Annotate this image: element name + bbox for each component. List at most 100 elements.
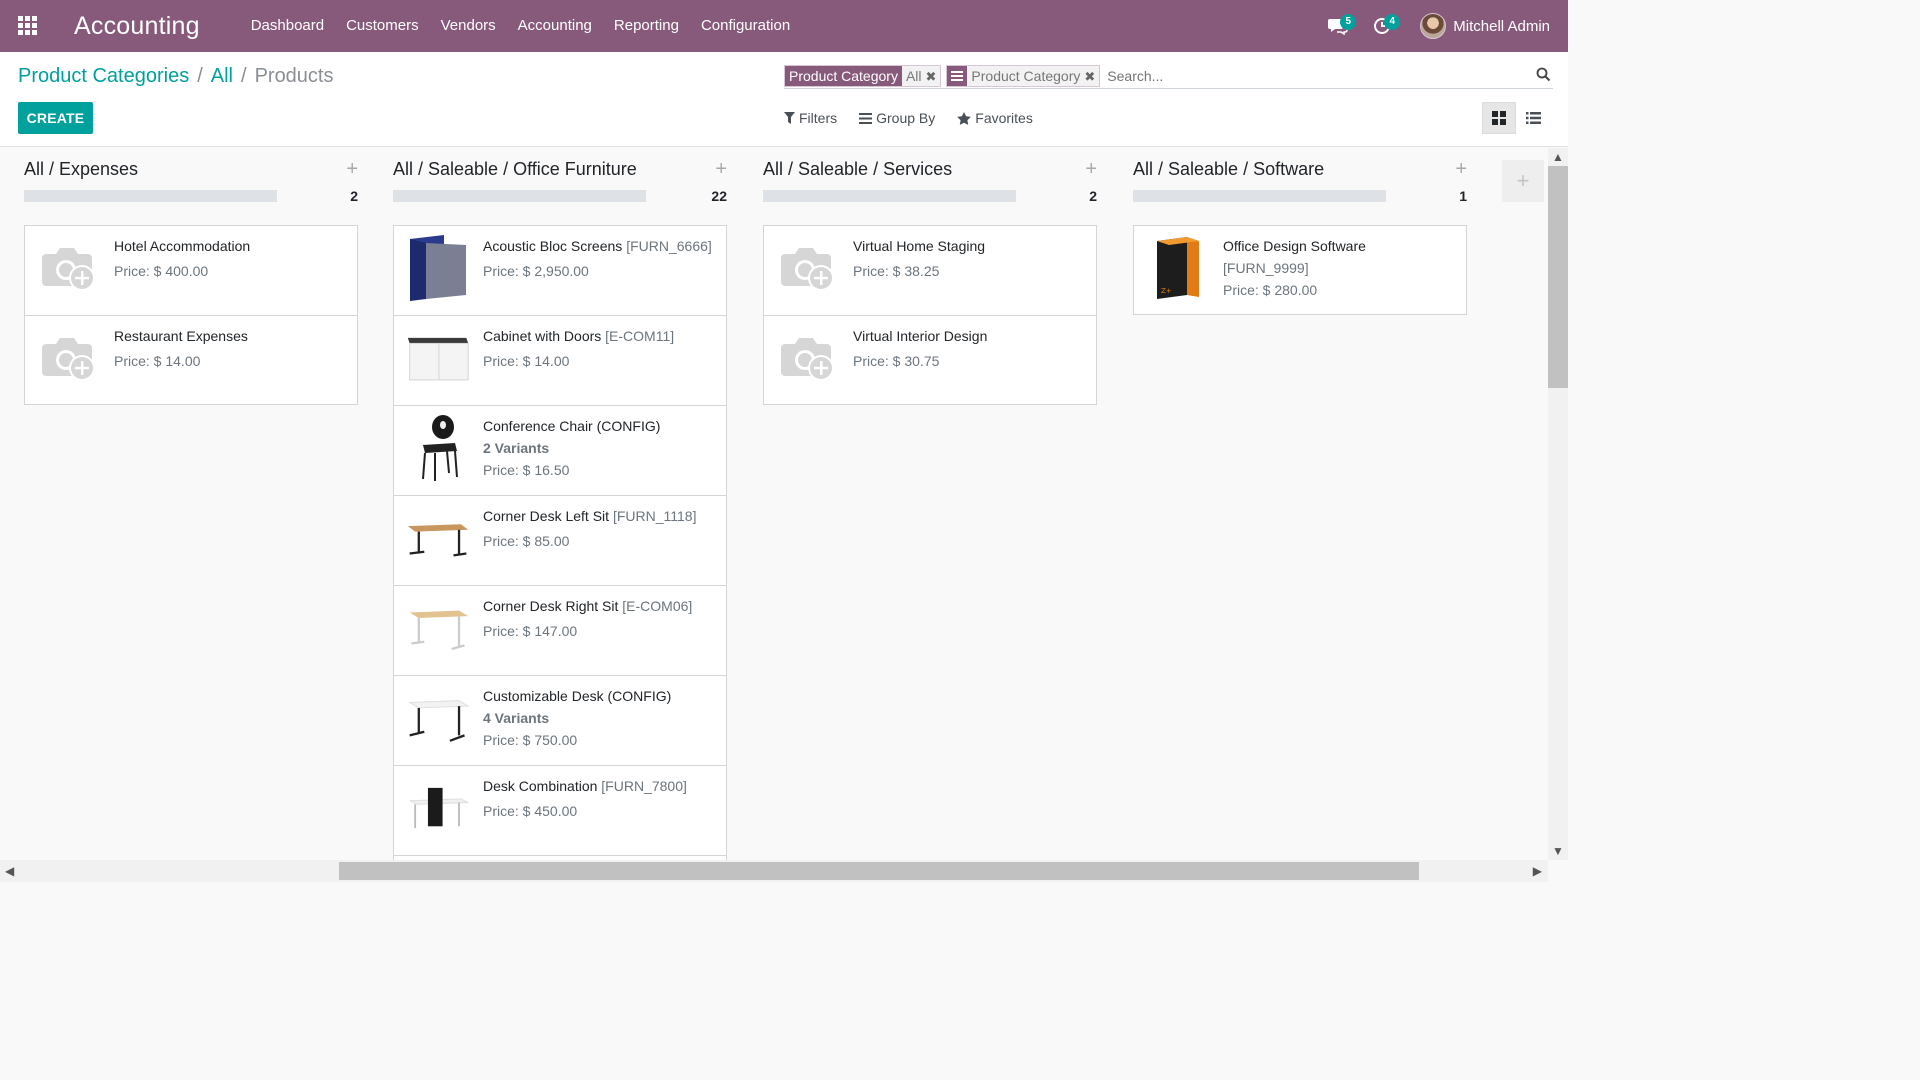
- kanban-card[interactable]: Z+ Office Design Software [FURN_9999] Pr…: [1133, 225, 1467, 315]
- search-facet-category: Product Category All ✖: [784, 64, 942, 87]
- search-bar: Product Category All ✖ Product Category ✖: [784, 63, 1553, 89]
- product-name: Desk Combination [FURN_7800]: [483, 778, 687, 794]
- menu-item-configuration[interactable]: Configuration: [690, 0, 801, 52]
- kanban-card[interactable]: Corner Desk Left Sit [FURN_1118] Price: …: [393, 495, 727, 585]
- kanban-column-services: All / Saleable / Services + 2 Virtual Ho…: [763, 148, 1097, 405]
- scroll-down-icon[interactable]: ▼: [1552, 844, 1564, 858]
- quick-create-icon[interactable]: +: [1455, 158, 1467, 181]
- column-progressbar[interactable]: [393, 190, 646, 202]
- kanban-card[interactable]: Customizable Desk (CONFIG) 4 Variants Pr…: [393, 675, 727, 765]
- column-cards: Z+ Office Design Software [FURN_9999] Pr…: [1133, 225, 1467, 315]
- kanban-card[interactable]: Desk Combination [FURN_7800] Price: $ 45…: [393, 765, 727, 855]
- breadcrumb-all[interactable]: All: [211, 65, 233, 88]
- card-body: Restaurant Expenses Price: $ 14.00: [114, 328, 349, 369]
- quick-create-icon[interactable]: +: [715, 158, 727, 181]
- card-body: Corner Desk Right Sit [E-COM06] Price: $…: [483, 598, 718, 639]
- column-progressbar[interactable]: [763, 190, 1016, 202]
- facet-label: Product Category: [785, 65, 902, 86]
- scroll-left-icon[interactable]: ◀: [5, 864, 14, 878]
- add-column-button[interactable]: +: [1502, 160, 1544, 202]
- activities-button[interactable]: 4: [1362, 0, 1402, 52]
- kanban-column-office-furniture: All / Saleable / Office Furniture + 22 A…: [393, 148, 727, 860]
- menu-item-vendors[interactable]: Vendors: [430, 0, 507, 52]
- search-icon[interactable]: [1536, 67, 1551, 87]
- product-name: Hotel Accommodation: [114, 238, 251, 254]
- card-body: Cabinet with Doors [E-COM11] Price: $ 14…: [483, 328, 718, 369]
- facet-remove-icon[interactable]: ✖: [1084, 69, 1095, 84]
- grid-icon: [18, 16, 37, 35]
- user-menu[interactable]: Mitchell Admin: [1420, 13, 1550, 39]
- apps-menu-button[interactable]: [0, 0, 56, 52]
- column-title[interactable]: All / Expenses: [24, 159, 138, 180]
- menu-item-reporting[interactable]: Reporting: [603, 0, 690, 52]
- product-price: Price: $ 16.50: [483, 462, 570, 478]
- menu-item-accounting[interactable]: Accounting: [507, 0, 603, 52]
- facet-remove-icon[interactable]: ✖: [926, 69, 937, 84]
- product-price: Price: $ 38.25: [853, 263, 940, 279]
- kanban-card[interactable]: Cabinet with Doors [E-COM11] Price: $ 14…: [393, 315, 727, 405]
- product-name: Acoustic Bloc Screens [FURN_6666]: [483, 238, 712, 254]
- column-header: All / Expenses +: [24, 148, 358, 188]
- kanban-card[interactable]: Restaurant Expenses Price: $ 14.00: [24, 315, 358, 405]
- product-reference: [FURN_6666]: [626, 238, 712, 254]
- kanban-view-button[interactable]: [1482, 102, 1516, 134]
- column-count: 2: [1089, 188, 1097, 204]
- svg-text:Z+: Z+: [1161, 287, 1172, 295]
- card-body: Virtual Home Staging Price: $ 38.25: [853, 238, 1088, 279]
- column-progressbar[interactable]: [1133, 190, 1386, 202]
- product-variants: 4 Variants: [483, 710, 550, 726]
- quick-create-icon[interactable]: +: [1085, 158, 1097, 181]
- facet-value: All ✖: [901, 65, 941, 86]
- list-icon: [1525, 112, 1541, 124]
- messages-button[interactable]: 5: [1318, 0, 1358, 52]
- kanban-card[interactable]: Hotel Accommodation Price: $ 400.00: [24, 225, 358, 315]
- column-cards: Acoustic Bloc Screens [FURN_6666] Price:…: [393, 225, 727, 860]
- card-body: Customizable Desk (CONFIG) 4 Variants Pr…: [483, 688, 718, 748]
- kanban-card[interactable]: Corner Desk Right Sit [E-COM06] Price: $…: [393, 585, 727, 675]
- kanban-board: All / Expenses + 2 Hotel Accommodation P…: [0, 148, 1548, 860]
- vertical-scroll-thumb[interactable]: [1548, 166, 1568, 388]
- card-body: Office Design Software [FURN_9999] Price…: [1223, 238, 1458, 298]
- product-name: Virtual Home Staging: [853, 238, 986, 254]
- kanban-card[interactable]: Virtual Home Staging Price: $ 38.25: [763, 225, 1097, 315]
- vertical-scrollbar[interactable]: ▲ ▼: [1548, 148, 1568, 860]
- group-by-button[interactable]: Group By: [859, 110, 935, 126]
- scroll-up-icon[interactable]: ▲: [1552, 150, 1564, 164]
- kanban-column-software: All / Saleable / Software + 1 Z+ Office …: [1133, 148, 1467, 315]
- product-name: Restaurant Expenses: [114, 328, 248, 344]
- kanban-card[interactable]: Virtual Interior Design Price: $ 30.75: [763, 315, 1097, 405]
- product-name: Corner Desk Right Sit [E-COM06]: [483, 598, 693, 614]
- favorites-button[interactable]: Favorites: [957, 110, 1033, 126]
- app-title[interactable]: Accounting: [74, 12, 200, 41]
- filters-button[interactable]: Filters: [784, 110, 837, 126]
- menu-item-dashboard[interactable]: Dashboard: [240, 0, 335, 52]
- kanban-card[interactable]: Conference Chair (CONFIG) 2 Variants Pri…: [393, 405, 727, 495]
- horizontal-scrollbar[interactable]: ◀ ▶: [0, 860, 1548, 882]
- column-progressbar[interactable]: [24, 190, 277, 202]
- product-reference: [FURN_1118]: [612, 508, 697, 524]
- product-price: Price: $ 280.00: [1223, 282, 1318, 298]
- horizontal-scroll-thumb[interactable]: [339, 862, 1419, 880]
- search-options: Filters Group By Favorites: [784, 110, 1055, 126]
- kanban-card[interactable]: Acoustic Bloc Screens [FURN_6666] Price:…: [393, 225, 727, 315]
- quick-create-icon[interactable]: +: [346, 158, 358, 181]
- product-reference: [FURN_7800]: [601, 778, 687, 794]
- column-title[interactable]: All / Saleable / Office Furniture: [393, 159, 637, 180]
- product-reference: [E-COM06]: [622, 598, 693, 614]
- avatar: [1420, 13, 1447, 39]
- breadcrumb-product-categories[interactable]: Product Categories: [18, 65, 189, 88]
- scroll-right-icon[interactable]: ▶: [1533, 864, 1542, 878]
- control-panel: Product Categories / All / Products CREA…: [0, 52, 1568, 147]
- list-view-button[interactable]: [1516, 102, 1550, 134]
- column-title[interactable]: All / Saleable / Services: [763, 159, 952, 180]
- cabinet-image: [406, 326, 470, 390]
- column-count: 22: [711, 188, 727, 204]
- menu-item-customers[interactable]: Customers: [335, 0, 430, 52]
- camera-placeholder-icon: [776, 236, 840, 300]
- search-input[interactable]: [1105, 66, 1506, 85]
- product-price: Price: $ 147.00: [483, 623, 578, 639]
- column-title[interactable]: All / Saleable / Software: [1133, 159, 1324, 180]
- create-button[interactable]: CREATE: [18, 102, 93, 134]
- camera-placeholder-icon: [37, 326, 101, 390]
- product-price: Price: $ 750.00: [483, 732, 578, 748]
